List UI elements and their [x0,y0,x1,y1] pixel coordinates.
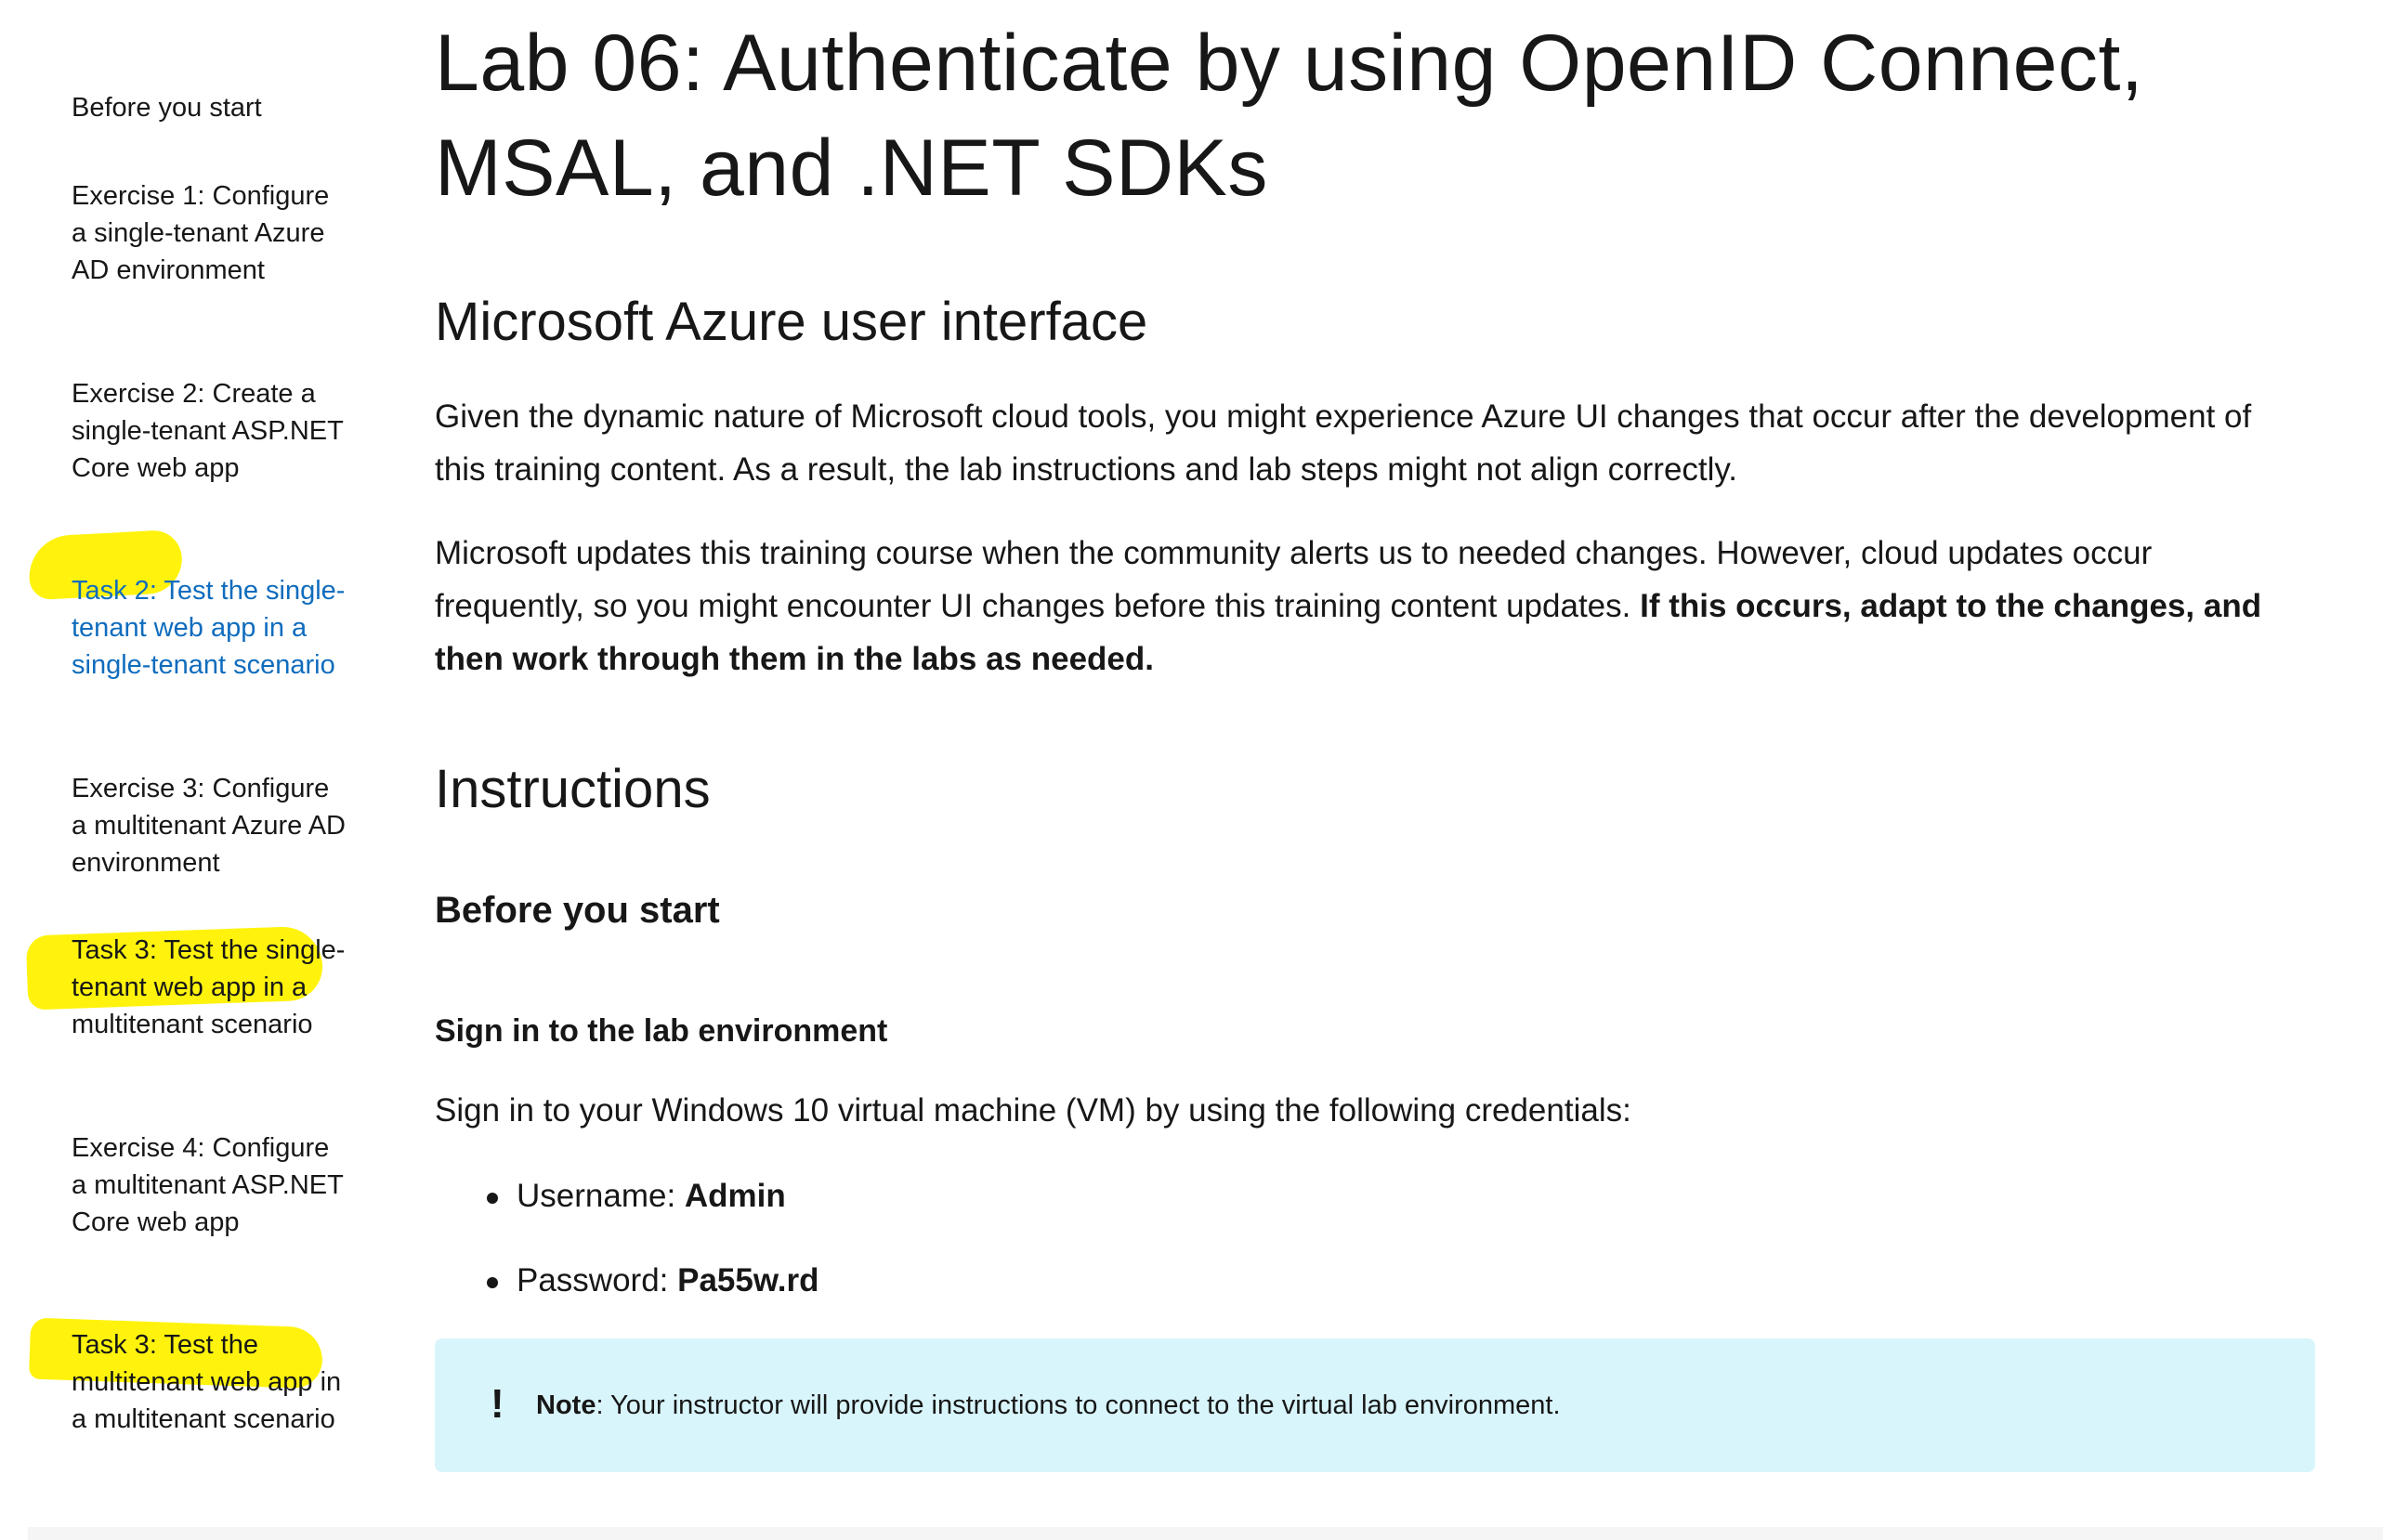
sidebar-item-exercise-3[interactable]: Exercise 3: Configure a multitenant Azur… [72,770,350,881]
paragraph-ui-changes: Given the dynamic nature of Microsoft cl… [435,398,2252,488]
paragraph-sign-in: Sign in to your Windows 10 virtual machi… [435,1092,1631,1129]
sidebar-item-before-you-start[interactable]: Before you start [72,89,350,126]
sidebar-item-exercise-4[interactable]: Exercise 4: Configure a multitenant ASP.… [72,1129,350,1241]
credential-label: Username: [517,1178,685,1214]
credential-value: Pa55w.rd [677,1262,819,1299]
list-item-username: Username: Admin [487,1175,786,1218]
credential-value: Admin [684,1178,786,1214]
section-heading-instructions: Instructions [435,759,711,819]
sidebar-item-label: Exercise 4: Configure a multitenant ASP.… [72,1133,344,1237]
sidebar-item-task-3-multitenant-scenario[interactable]: Task 3: Test the single-tenant web app i… [72,932,350,1043]
page-title: Lab 06: Authenticate by using OpenID Con… [435,19,2144,213]
section-heading-azure-ui: Microsoft Azure user interface [435,292,1148,352]
sidebar-item-task-3-multitenant-app[interactable]: Task 3: Test the multitenant web app in … [72,1326,350,1438]
sidebar-item-exercise-1[interactable]: Exercise 1: Configure a single-tenant Az… [72,177,350,289]
sidebar-item-label: Exercise 1: Configure a single-tenant Az… [72,181,330,285]
credential-label: Password: [517,1262,678,1299]
note-callout: ! Note: Your instructor will provide ins… [435,1338,2315,1472]
list-item-password: Password: Pa55w.rd [487,1259,819,1302]
page: Before you start Exercise 1: Configure a… [0,0,2383,1540]
note-text: Note: Your instructor will provide instr… [536,1385,1561,1426]
heading-before-you-start: Before you start [435,890,720,931]
sidebar-item-exercise-2[interactable]: Exercise 2: Create a single-tenant ASP.N… [72,375,350,487]
note-label: Note [536,1390,596,1420]
page-footer-divider [28,1527,2383,1540]
sidebar-item-label: Task 3: Test the single-tenant web app i… [72,935,346,1039]
sidebar-item-label: Before you start [72,93,262,123]
sidebar-item-label: Exercise 2: Create a single-tenant ASP.N… [72,379,344,483]
sidebar-item-label: Task 3: Test the multitenant web app in … [72,1330,342,1434]
sidebar-item-label: Task 2: Test the single-tenant web app i… [72,576,346,680]
sidebar-item-label: Exercise 3: Configure a multitenant Azur… [72,774,346,878]
paragraph-course-updates: Microsoft updates this training course w… [435,527,2302,685]
sidebar-item-task-2-single-tenant[interactable]: Task 2: Test the single-tenant web app i… [72,572,350,684]
exclamation-icon: ! [491,1381,504,1427]
note-body: : Your instructor will provide instructi… [596,1390,1561,1420]
heading-sign-in: Sign in to the lab environment [435,1013,888,1049]
